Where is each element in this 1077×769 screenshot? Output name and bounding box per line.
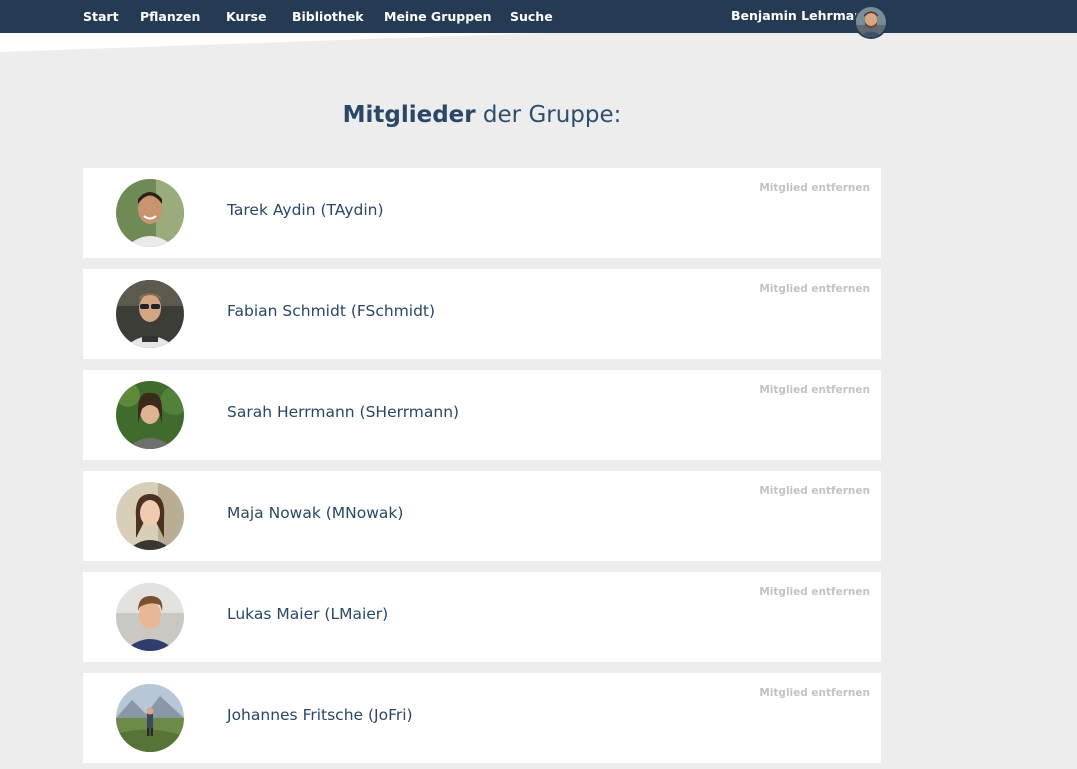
remove-member-button[interactable]: Mitglied entfernen <box>759 283 870 295</box>
header-swoosh <box>0 33 540 52</box>
member-card: Johannes Fritsche (JoFri) Mitglied entfe… <box>83 673 881 763</box>
member-name[interactable]: Sarah Herrmann (SHerrmann) <box>227 403 459 421</box>
member-avatar <box>116 684 184 752</box>
remove-member-button[interactable]: Mitglied entfernen <box>759 384 870 396</box>
member-name[interactable]: Maja Nowak (MNowak) <box>227 504 403 522</box>
nav-item-bibliothek[interactable]: Bibliothek <box>292 9 364 24</box>
member-card: Tarek Aydin (TAydin) Mitglied entfernen <box>83 168 881 258</box>
nav-item-pflanzen[interactable]: Pflanzen <box>140 9 200 24</box>
page-title-bold: Mitglieder <box>342 102 476 128</box>
member-avatar <box>116 482 184 550</box>
member-name[interactable]: Fabian Schmidt (FSchmidt) <box>227 302 435 320</box>
member-card: Lukas Maier (LMaier) Mitglied entfernen <box>83 572 881 662</box>
member-avatar <box>116 583 184 651</box>
member-card: Fabian Schmidt (FSchmidt) Mitglied entfe… <box>83 269 881 359</box>
nav-item-start[interactable]: Start <box>83 9 119 24</box>
page-title: Mitglieder der Gruppe: <box>0 102 964 128</box>
member-card: Maja Nowak (MNowak) Mitglied entfernen <box>83 471 881 561</box>
current-user-avatar[interactable] <box>854 5 888 39</box>
nav-item-suche[interactable]: Suche <box>510 9 553 24</box>
page-title-rest: der Gruppe: <box>482 102 622 128</box>
nav-item-meine-gruppen[interactable]: Meine Gruppen <box>384 9 492 24</box>
nav-item-kurse[interactable]: Kurse <box>226 9 266 24</box>
member-avatar <box>116 381 184 449</box>
member-name[interactable]: Lukas Maier (LMaier) <box>227 605 388 623</box>
member-card: Sarah Herrmann (SHerrmann) Mitglied entf… <box>83 370 881 460</box>
remove-member-button[interactable]: Mitglied entfernen <box>759 586 870 598</box>
member-name[interactable]: Johannes Fritsche (JoFri) <box>227 706 413 724</box>
top-navigation-bar: Start Pflanzen Kurse Bibliothek Meine Gr… <box>0 0 1077 33</box>
remove-member-button[interactable]: Mitglied entfernen <box>759 182 870 194</box>
remove-member-button[interactable]: Mitglied entfernen <box>759 485 870 497</box>
current-user-name[interactable]: Benjamin Lehrmann <box>731 8 872 23</box>
member-avatar <box>116 280 184 348</box>
member-name[interactable]: Tarek Aydin (TAydin) <box>227 201 384 219</box>
member-avatar <box>116 179 184 247</box>
remove-member-button[interactable]: Mitglied entfernen <box>759 687 870 699</box>
